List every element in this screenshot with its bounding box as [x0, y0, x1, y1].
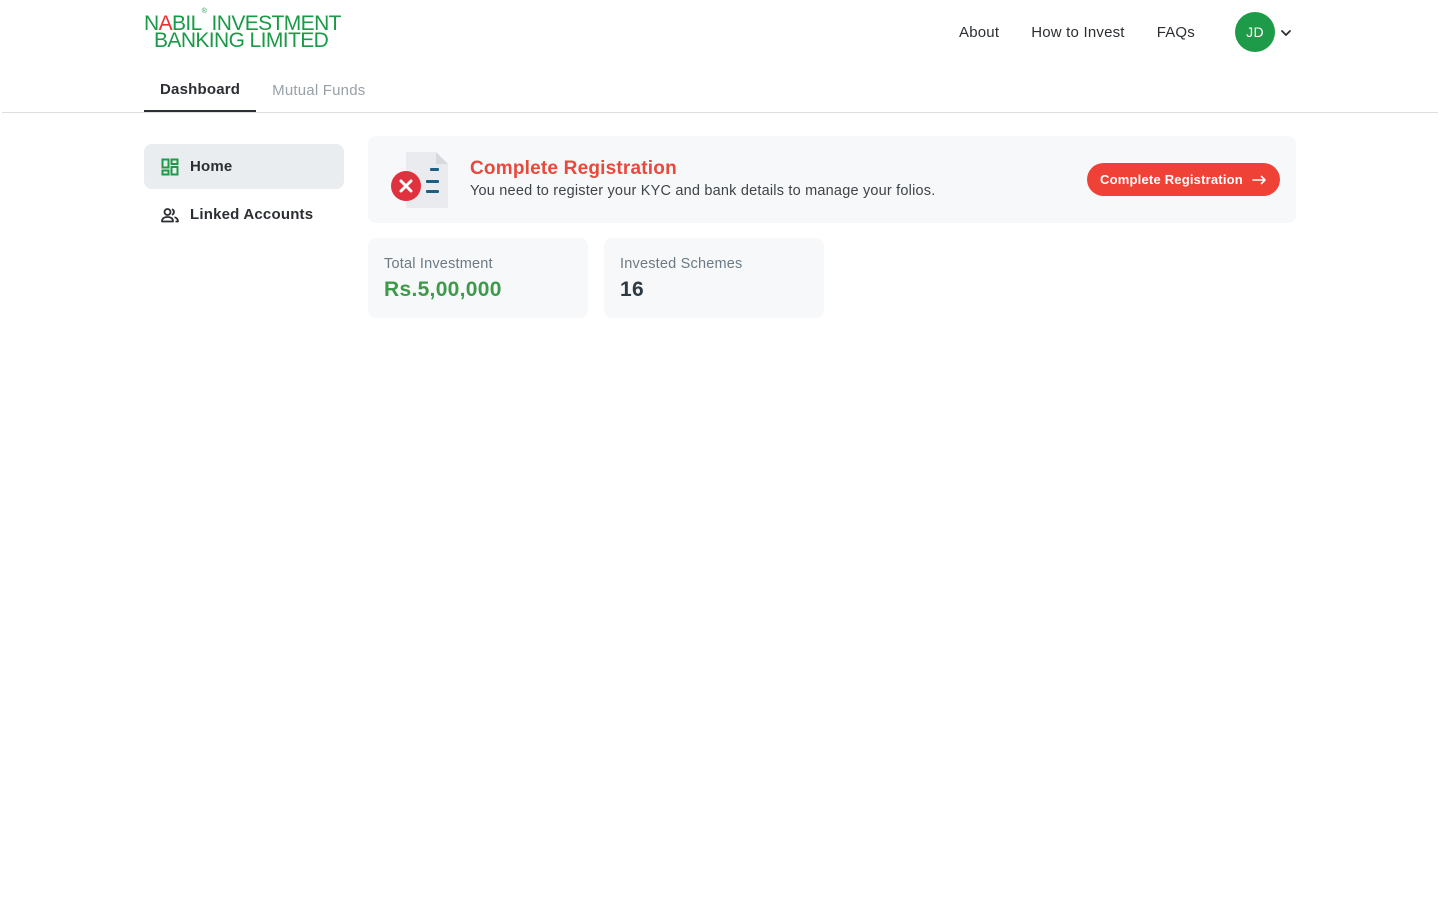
stat-label: Invested Schemes: [620, 256, 743, 272]
nav-link-about[interactable]: About: [959, 24, 999, 41]
stat-card-total-investment: Total Investment Rs.5,00,000: [368, 238, 588, 318]
complete-registration-button-label: Complete Registration: [1100, 172, 1243, 187]
sidebar: Home Linked Accounts: [144, 144, 344, 240]
stat-label: Total Investment: [384, 256, 493, 272]
sidebar-item-linked-accounts[interactable]: Linked Accounts: [144, 192, 344, 237]
tab-dashboard[interactable]: Dashboard: [144, 68, 257, 112]
registration-title: Complete Registration: [470, 158, 677, 179]
stat-value: 16: [620, 278, 644, 301]
top-header: NABIL® INVESTMENT BANKING LIMITED About …: [0, 0, 1440, 113]
document-error-icon: [391, 152, 448, 208]
chevron-down-icon[interactable]: [1279, 26, 1293, 40]
sidebar-item-label: Linked Accounts: [190, 206, 314, 223]
stat-value: Rs.5,00,000: [384, 278, 502, 301]
stat-card-invested-schemes: Invested Schemes 16: [604, 238, 824, 318]
user-avatar[interactable]: JD: [1235, 12, 1275, 52]
nav-link-faqs[interactable]: FAQs: [1157, 24, 1195, 41]
brand-logo-line2: BANKING LIMITED: [154, 29, 329, 52]
brand-logo[interactable]: NABIL® INVESTMENT BANKING LIMITED: [144, 8, 341, 51]
header-divider: [2, 112, 1438, 113]
sidebar-item-home[interactable]: Home: [144, 144, 344, 189]
main-tabs: Dashboard Mutual Funds: [144, 68, 381, 112]
complete-registration-card: Complete Registration You need to regist…: [368, 136, 1296, 223]
tab-mutual-funds[interactable]: Mutual Funds: [256, 68, 381, 112]
nav-link-how-to-invest[interactable]: How to Invest: [1031, 24, 1124, 41]
dashboard-grid-icon: [161, 158, 179, 175]
people-icon: [161, 207, 179, 222]
complete-registration-button[interactable]: Complete Registration: [1087, 163, 1280, 196]
registration-subtitle: You need to register your KYC and bank d…: [470, 183, 936, 199]
top-nav: About How to Invest FAQs: [959, 22, 1195, 42]
arrow-right-icon: [1252, 175, 1266, 184]
sidebar-item-label: Home: [190, 158, 233, 175]
